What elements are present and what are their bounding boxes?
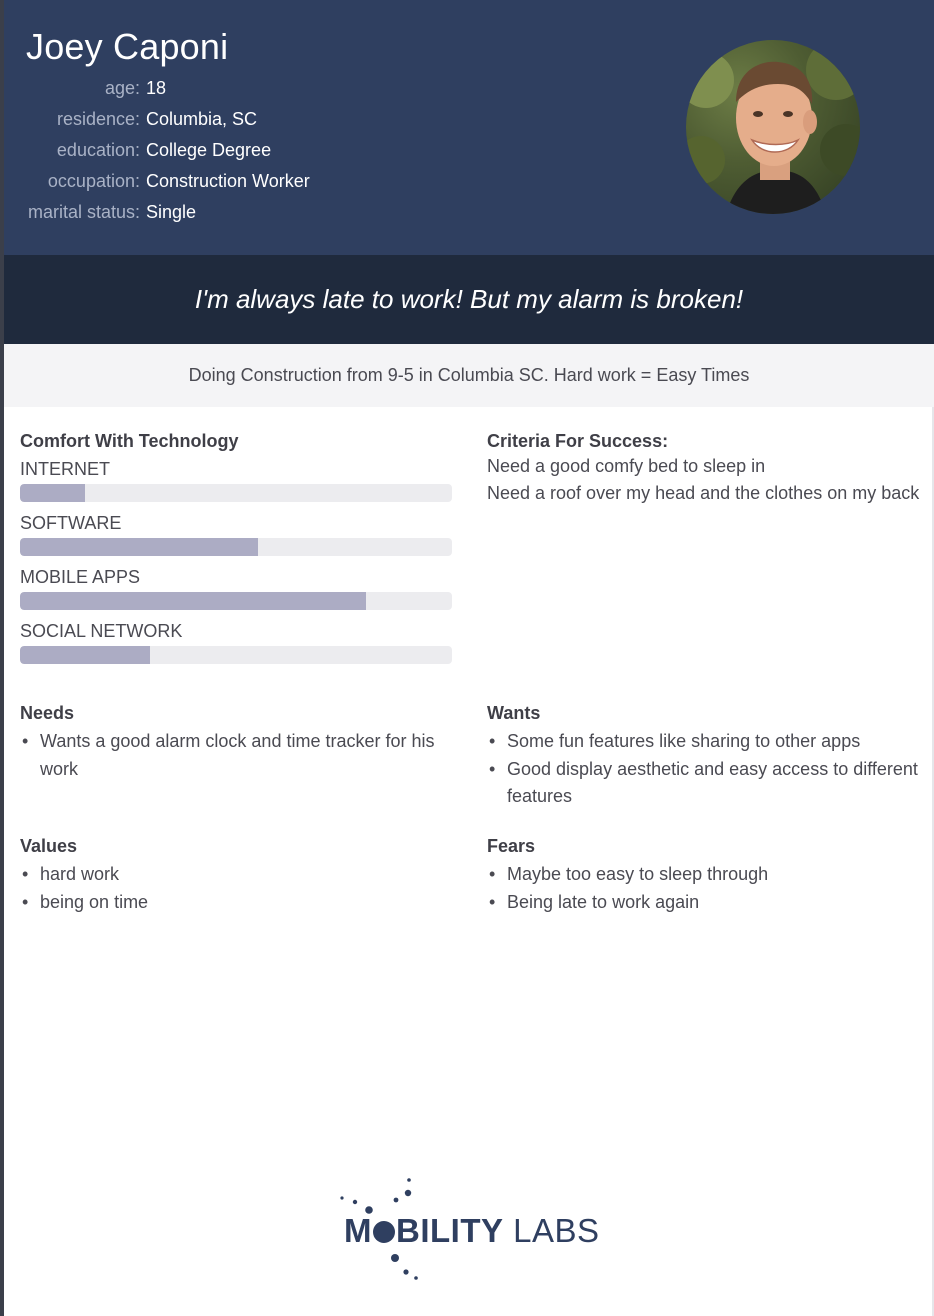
skill-internet: INTERNET: [20, 458, 452, 502]
section-title: Criteria For Success:: [487, 431, 669, 451]
tech-comfort-section: Comfort With Technology INTERNET SOFTWAR…: [20, 430, 452, 664]
skill-mobile-apps: MOBILE APPS: [20, 566, 452, 610]
list-item-text: Wants a good alarm clock and time tracke…: [40, 731, 435, 779]
detail-value: 18: [146, 78, 167, 98]
logo-bold-prefix: M: [344, 1212, 372, 1249]
list-item: • Some fun features like sharing to other…: [487, 728, 922, 756]
list-item-text: being on time: [40, 891, 149, 912]
detail-value: College Degree: [146, 140, 272, 160]
skill-bar-fill: [20, 592, 366, 610]
needs-list: • Wants a good alarm clock and time track…: [20, 728, 445, 783]
needs-section: Needs • Wants a good alarm clock and time…: [20, 702, 445, 783]
skill-bar-track: [20, 592, 452, 610]
detail-label: age: [104, 78, 135, 98]
bullet-icon: •: [489, 731, 496, 751]
bullet-icon: •: [22, 864, 29, 884]
list-item-text: Good display aesthetic and easy access t…: [507, 758, 918, 807]
persona-quote: I'm always late to work! But my alarm is…: [194, 284, 744, 314]
list-item: • Being late to work again: [487, 889, 907, 917]
section-title: Needs: [20, 703, 75, 723]
skill-label: MOBILE APPS: [20, 567, 141, 587]
detail-colon: :: [135, 109, 141, 129]
detail-row-age: age: 18: [4, 78, 504, 109]
detail-row-education: education: College Degree: [4, 140, 504, 171]
persona-summary: Doing Construction from 9-5 in Columbia …: [188, 365, 750, 385]
detail-label: occupation: [47, 171, 135, 191]
avatar-portrait: [686, 40, 860, 214]
list-item: • hard work: [20, 861, 440, 889]
detail-colon: :: [135, 171, 141, 191]
list-item-text: Some fun features like sharing to other …: [507, 731, 861, 751]
logo-light-word: LABS: [513, 1212, 600, 1249]
persona-header: Joey Caponi age: 18 residence: Columbia,…: [4, 0, 934, 255]
section-title: Comfort With Technology: [20, 431, 239, 451]
skill-software: SOFTWARE: [20, 512, 452, 556]
skill-bar-track: [20, 646, 452, 664]
bullet-icon: •: [22, 731, 29, 751]
list-item: • being on time: [20, 889, 440, 917]
detail-label: marital status: [27, 202, 135, 222]
bullet-icon: •: [489, 758, 496, 779]
detail-value: Columbia, SC: [146, 109, 258, 129]
values-section: Values • hard work • being on time: [20, 835, 440, 916]
list-item: • Wants a good alarm clock and time track…: [20, 728, 445, 783]
criteria-section: Criteria For Success: Need a good comfy …: [487, 430, 927, 507]
bullet-icon: •: [489, 864, 496, 884]
skill-bar-track: [20, 484, 452, 502]
list-item-text: Being late to work again: [507, 891, 700, 912]
persona-summary-band: Doing Construction from 9-5 in Columbia …: [4, 344, 934, 407]
mobility-labs-logo: M BILITY LABS: [336, 1176, 606, 1286]
skill-label: SOFTWARE: [20, 513, 122, 533]
persona-avatar: [686, 40, 860, 214]
persona-details: age: 18 residence: Columbia, SC educatio…: [4, 78, 504, 233]
skill-social-network: SOCIAL NETWORK: [20, 620, 452, 664]
detail-label: residence: [56, 109, 135, 129]
detail-value: Construction Worker: [146, 171, 310, 191]
detail-value: Single: [146, 202, 197, 222]
skill-bar-fill: [20, 484, 85, 502]
persona-name: Joey Caponi: [26, 26, 229, 67]
section-title: Fears: [487, 836, 536, 856]
values-list: • hard work • being on time: [20, 861, 440, 916]
detail-label: education: [56, 140, 135, 160]
detail-colon: :: [135, 78, 141, 98]
wants-list: • Some fun features like sharing to other…: [487, 728, 922, 811]
fears-section: Fears • Maybe too easy to sleep through •…: [487, 835, 907, 916]
section-title: Wants: [487, 703, 541, 723]
detail-row-occupation: occupation: Construction Worker: [4, 171, 504, 202]
skill-label: INTERNET: [20, 459, 110, 479]
list-item-text: hard work: [40, 864, 120, 884]
criteria-lines: Need a good comfy bed to sleep in Need a…: [487, 453, 927, 507]
detail-colon: :: [135, 140, 141, 160]
detail-colon: :: [135, 202, 141, 222]
section-title: Values: [20, 836, 78, 856]
criteria-line: Need a roof over my head and the clothes…: [487, 483, 920, 503]
detail-row-residence: residence: Columbia, SC: [4, 109, 504, 140]
skill-bar-track: [20, 538, 452, 556]
skill-bar-fill: [20, 538, 258, 556]
logo-o-dot-icon: [373, 1221, 395, 1243]
skill-bar-fill: [20, 646, 150, 664]
logo-bold-rest: BILITY: [396, 1212, 504, 1249]
skill-label: SOCIAL NETWORK: [20, 621, 183, 641]
list-item: • Maybe too easy to sleep through: [487, 861, 907, 889]
list-item: • Good display aesthetic and easy access …: [487, 756, 922, 811]
criteria-line: Need a good comfy bed to sleep in: [487, 456, 766, 476]
wants-section: Wants • Some fun features like sharing to…: [487, 702, 922, 811]
list-item-text: Maybe too easy to sleep through: [507, 864, 769, 884]
persona-quote-band: I'm always late to work! But my alarm is…: [4, 255, 934, 344]
detail-row-marital-status: marital status: Single: [4, 202, 504, 233]
fears-list: • Maybe too easy to sleep through • Being …: [487, 861, 907, 916]
bullet-icon: •: [22, 891, 29, 912]
logo-wordmark: M BILITY LABS: [344, 1212, 600, 1250]
bullet-icon: •: [489, 891, 496, 912]
